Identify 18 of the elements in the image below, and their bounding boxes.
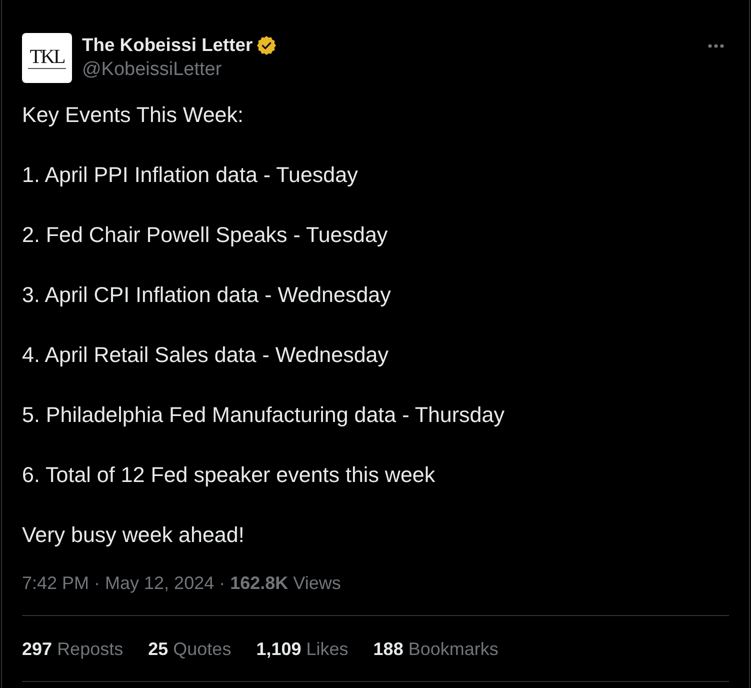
- post-paragraph: 2. Fed Chair Powell Speaks - Tuesday: [22, 222, 388, 249]
- logo-text: TKL: [30, 48, 64, 66]
- engagement-stat-link[interactable]: 1,109 Likes: [256, 638, 348, 658]
- post-paragraph: 3. April CPI Inflation data - Wednesday: [22, 282, 391, 309]
- post-paragraph: 5. Philadelphia Fed Manufacturing data - Thursday: [22, 402, 504, 429]
- avatar-logo[interactable]: TKL: [22, 33, 72, 83]
- post-paragraph: 4. April Retail Sales data - Wednesday: [22, 342, 388, 369]
- post-paragraph: 1. April PPI Inflation data - Tuesday: [22, 162, 358, 189]
- more-icon[interactable]: [708, 44, 724, 48]
- engagement-stat-link[interactable]: 25 Quotes: [148, 638, 232, 658]
- post-timestamp-views: 7:42 PM · May 12, 2024 · 162.8K Views: [22, 573, 341, 593]
- engagement-stat-link[interactable]: 297 Reposts: [22, 638, 124, 658]
- author-handle[interactable]: @KobeissiLetter: [82, 59, 276, 81]
- author-name[interactable]: The Kobeissi Letter: [82, 34, 253, 56]
- engagement-stat-link[interactable]: 188 Bookmarks: [373, 638, 498, 658]
- post-paragraph: 6. Total of 12 Fed speaker events this week: [22, 462, 436, 489]
- post-paragraph: Key Events This Week:: [22, 102, 244, 129]
- post-paragraph: Very busy week ahead!: [22, 522, 244, 549]
